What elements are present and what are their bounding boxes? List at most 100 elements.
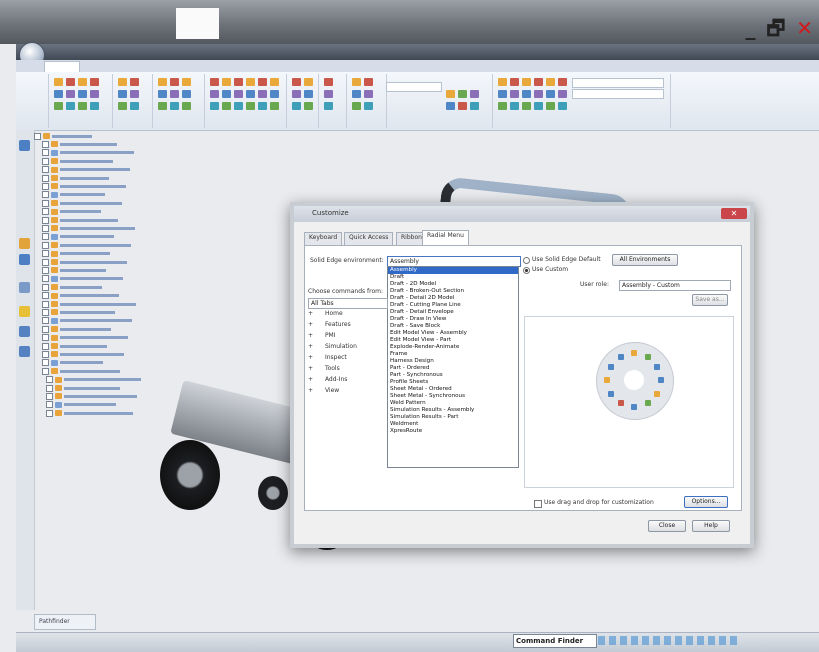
tree-node[interactable] xyxy=(42,266,106,274)
tree-node[interactable] xyxy=(42,250,110,258)
environment-option[interactable]: Draft - Save Block xyxy=(388,323,518,330)
ribbon-command-icon[interactable] xyxy=(130,102,139,110)
expand-icon[interactable]: + xyxy=(308,376,315,383)
dragdrop-checkbox[interactable] xyxy=(534,500,542,508)
style-dropdown[interactable] xyxy=(386,82,442,92)
radial-command-icon[interactable] xyxy=(644,353,651,360)
tree-node[interactable] xyxy=(46,384,120,392)
tree-node[interactable] xyxy=(34,132,92,140)
tree-node[interactable] xyxy=(42,208,101,216)
environment-option[interactable]: Simulation Results - Part xyxy=(388,414,518,421)
help-button[interactable]: Help xyxy=(692,520,730,532)
tree-node-checkbox[interactable] xyxy=(42,250,49,258)
ribbon-command-icon[interactable] xyxy=(522,90,531,98)
ribbon-command-icon[interactable] xyxy=(270,78,279,86)
environment-option[interactable]: Weld Pattern xyxy=(388,400,518,407)
radial-command-icon[interactable] xyxy=(617,353,624,360)
ribbon-command-icon[interactable] xyxy=(446,102,455,110)
expand-icon[interactable]: + xyxy=(308,365,315,372)
tree-node[interactable] xyxy=(42,140,117,148)
environment-option[interactable]: Profile Sheets xyxy=(388,379,518,386)
ribbon-command-icon[interactable] xyxy=(364,102,373,110)
radio-custom[interactable] xyxy=(523,267,530,274)
environment-option[interactable]: Draft xyxy=(388,274,518,281)
tree-node[interactable] xyxy=(42,342,107,350)
pathfinder-icon[interactable] xyxy=(19,140,30,151)
ribbon-command-icon[interactable] xyxy=(182,90,191,98)
command-tree-item[interactable]: + View xyxy=(308,387,339,396)
tree-node-checkbox[interactable] xyxy=(42,149,49,157)
radio-default[interactable] xyxy=(523,257,530,264)
tree-node-checkbox[interactable] xyxy=(42,359,49,367)
ribbon-command-icon[interactable] xyxy=(324,78,333,86)
tree-node-checkbox[interactable] xyxy=(42,224,49,232)
command-tree-item[interactable]: + Features xyxy=(308,321,351,330)
ribbon-command-icon[interactable] xyxy=(90,102,99,110)
tree-node-checkbox[interactable] xyxy=(46,376,53,384)
ribbon-command-icon[interactable] xyxy=(78,90,87,98)
environment-option[interactable]: Draft - Detail Envelope xyxy=(388,309,518,316)
environment-option[interactable]: Assembly xyxy=(388,267,518,274)
environment-option[interactable]: Sheet Metal - Synchronous xyxy=(388,393,518,400)
options-button[interactable]: Options... xyxy=(684,496,728,508)
user-role-select[interactable]: Assembly - Custom xyxy=(619,280,731,291)
ribbon-command-icon[interactable] xyxy=(522,102,531,110)
tree-node-checkbox[interactable] xyxy=(34,132,41,140)
ribbon-command-icon[interactable] xyxy=(246,102,255,110)
ribbon-command-icon[interactable] xyxy=(534,102,543,110)
tree-node[interactable] xyxy=(42,157,113,165)
ribbon-command-icon[interactable] xyxy=(304,78,313,86)
radial-command-icon[interactable] xyxy=(617,400,624,407)
tree-node[interactable] xyxy=(42,166,130,174)
ribbon-command-icon[interactable] xyxy=(470,90,479,98)
ribbon-command-icon[interactable] xyxy=(258,102,267,110)
environment-option[interactable]: Draft - 2D Model xyxy=(388,281,518,288)
tree-node[interactable] xyxy=(42,367,120,375)
environment-option[interactable]: Draft - Draw In View xyxy=(388,316,518,323)
command-tree-item[interactable]: + Home xyxy=(308,310,343,319)
ribbon-command-icon[interactable] xyxy=(510,102,519,110)
tree-node[interactable] xyxy=(42,224,135,232)
ribbon-command-icon[interactable] xyxy=(458,102,467,110)
ribbon-command-icon[interactable] xyxy=(234,90,243,98)
tree-node[interactable] xyxy=(42,233,114,241)
environment-option[interactable]: Sheet Metal - Ordered xyxy=(388,386,518,393)
view-field-2[interactable] xyxy=(572,89,664,99)
tree-node-checkbox[interactable] xyxy=(42,275,49,283)
environment-option[interactable]: Edit Model View - Assembly xyxy=(388,330,518,337)
tree-node[interactable] xyxy=(42,216,118,224)
tree-node[interactable] xyxy=(46,409,133,417)
tree-node-checkbox[interactable] xyxy=(42,342,49,350)
tree-node[interactable] xyxy=(42,149,134,157)
expand-icon[interactable]: + xyxy=(308,332,315,339)
ribbon-command-icon[interactable] xyxy=(118,90,127,98)
tree-node-checkbox[interactable] xyxy=(42,300,49,308)
ribbon-command-icon[interactable] xyxy=(498,90,507,98)
tree-node[interactable] xyxy=(42,317,132,325)
radial-command-icon[interactable] xyxy=(644,400,651,407)
dialog-close-button[interactable]: ✕ xyxy=(721,208,747,219)
ribbon-command-icon[interactable] xyxy=(182,102,191,110)
ribbon-tab-home[interactable] xyxy=(44,61,80,72)
ribbon-command-icon[interactable] xyxy=(170,102,179,110)
ribbon-command-icon[interactable] xyxy=(246,90,255,98)
ribbon-command-icon[interactable] xyxy=(546,78,555,86)
ribbon-command-icon[interactable] xyxy=(234,78,243,86)
ribbon-command-icon[interactable] xyxy=(222,78,231,86)
radial-command-icon[interactable] xyxy=(658,377,664,383)
tree-node-checkbox[interactable] xyxy=(42,140,49,148)
tree-node-checkbox[interactable] xyxy=(42,182,49,190)
ribbon-command-icon[interactable] xyxy=(304,90,313,98)
tree-node-checkbox[interactable] xyxy=(42,266,49,274)
expand-icon[interactable]: + xyxy=(308,354,315,361)
tree-node[interactable] xyxy=(42,182,126,190)
environment-option[interactable]: XpresRoute xyxy=(388,428,518,435)
ribbon-command-icon[interactable] xyxy=(66,102,75,110)
ribbon-command-icon[interactable] xyxy=(130,90,139,98)
ribbon-command-icon[interactable] xyxy=(364,90,373,98)
tree-node[interactable] xyxy=(42,334,128,342)
sensor-icon[interactable] xyxy=(19,306,30,317)
tree-node[interactable] xyxy=(42,308,115,316)
save-as-button[interactable]: Save as... xyxy=(692,294,728,306)
ribbon-command-icon[interactable] xyxy=(210,90,219,98)
